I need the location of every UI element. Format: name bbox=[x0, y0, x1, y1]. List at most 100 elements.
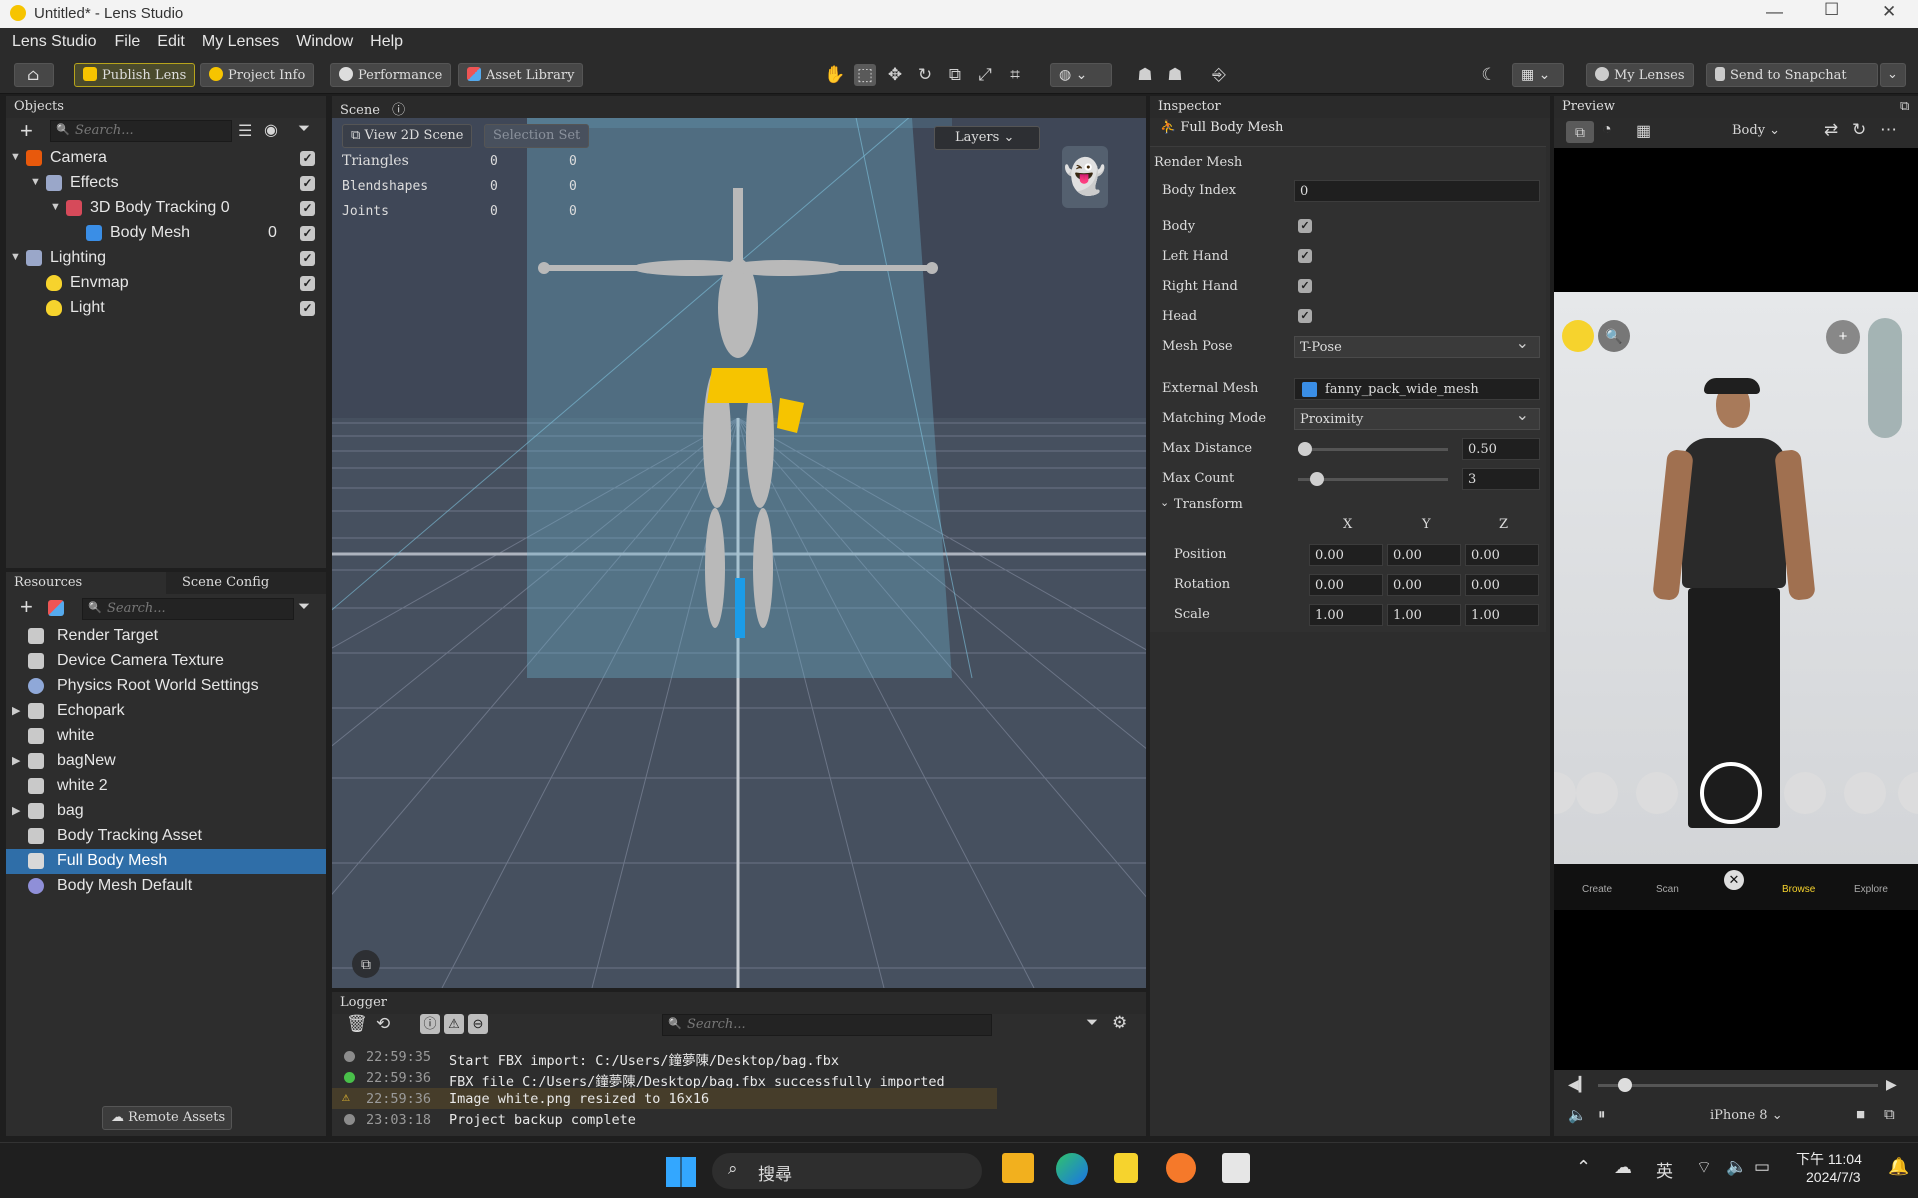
home-button[interactable]: ⌂ bbox=[14, 63, 54, 87]
enabled-checkbox[interactable]: ✓ bbox=[300, 276, 315, 291]
resource-item[interactable]: Body Mesh Default bbox=[6, 874, 326, 899]
objects-search-input[interactable]: Search... bbox=[50, 120, 232, 142]
selection-set-button[interactable]: Selection Set bbox=[484, 124, 590, 148]
tree-item-3d-body-tracking[interactable]: ▼ 3D Body Tracking 0 ✓ bbox=[6, 196, 326, 221]
tree-item-body-mesh[interactable]: Body Mesh 0 ✓ bbox=[6, 221, 326, 246]
filter-icon[interactable]: ⏷ bbox=[298, 598, 310, 615]
rotation-x-field[interactable]: 0.00 bbox=[1309, 574, 1383, 596]
resources-search-input[interactable]: Search... bbox=[82, 598, 294, 620]
mute-icon[interactable]: 🔈 bbox=[1568, 1106, 1587, 1124]
screenshot-icon[interactable]: ⧉ bbox=[1884, 1106, 1895, 1123]
scene-viewport[interactable]: Triangles 0 0 Blendshapes 0 0 Joints 0 0 bbox=[332, 118, 1146, 988]
resource-item-selected[interactable]: Full Body Mesh bbox=[6, 849, 326, 874]
battery-icon[interactable]: ▭ bbox=[1754, 1157, 1770, 1177]
menu-my-lenses[interactable]: My Lenses bbox=[202, 28, 279, 51]
enabled-checkbox[interactable]: ✓ bbox=[300, 251, 315, 266]
position-y-field[interactable]: 0.00 bbox=[1387, 544, 1461, 566]
rotate-tool-icon[interactable]: ↻ bbox=[914, 64, 936, 86]
more-icon[interactable]: ⋯ bbox=[1880, 120, 1897, 140]
warning-filter-icon[interactable]: ⚠ bbox=[444, 1014, 464, 1034]
edge-browser-icon[interactable] bbox=[1056, 1153, 1088, 1185]
tab-resources[interactable]: Resources bbox=[6, 572, 164, 594]
search-icon[interactable]: 🔍 bbox=[1598, 320, 1630, 352]
position-x-field[interactable]: 0.00 bbox=[1309, 544, 1383, 566]
settings-gear-icon[interactable]: ⚙ bbox=[1112, 1013, 1127, 1033]
capture-button[interactable] bbox=[1700, 762, 1762, 824]
reset-icon[interactable]: ↻ bbox=[1852, 120, 1866, 140]
resource-item[interactable]: Device Camera Texture bbox=[6, 649, 326, 674]
body-checkbox[interactable]: ✓ bbox=[1298, 219, 1312, 233]
resource-item[interactable]: Physics Root World Settings bbox=[6, 674, 326, 699]
swap-camera-icon[interactable]: ⇄ bbox=[1824, 120, 1838, 140]
enabled-checkbox[interactable]: ✓ bbox=[300, 201, 315, 216]
timeline-slider-handle[interactable] bbox=[1618, 1078, 1632, 1092]
detach-icon[interactable]: ⧉ bbox=[1900, 98, 1909, 114]
chevron-down-icon[interactable]: ▼ bbox=[10, 151, 21, 163]
hand-tool-icon[interactable]: ✋ bbox=[824, 64, 846, 86]
device-dropdown[interactable]: iPhone 8 ⌄ bbox=[1710, 1108, 1783, 1123]
chevron-down-icon[interactable]: ▼ bbox=[50, 201, 61, 213]
enabled-checkbox[interactable]: ✓ bbox=[300, 301, 315, 316]
resource-item[interactable]: Body Tracking Asset bbox=[6, 824, 326, 849]
position-z-field[interactable]: 0.00 bbox=[1465, 544, 1539, 566]
view-2d-scene-button[interactable]: ⧉ View 2D Scene bbox=[342, 124, 473, 148]
preview-cam-icon[interactable]: ☗ bbox=[1134, 64, 1156, 86]
max-distance-field[interactable]: 0.50 bbox=[1462, 438, 1540, 460]
maximize-icon[interactable]: ☐ bbox=[1824, 0, 1839, 20]
info-filter-icon[interactable]: ⓘ bbox=[420, 1014, 440, 1034]
logger-search-input[interactable]: Search... bbox=[662, 1014, 992, 1036]
enabled-checkbox[interactable]: ✓ bbox=[300, 176, 315, 191]
body-index-field[interactable]: 0 bbox=[1294, 180, 1540, 202]
publish-lens-button[interactable]: Publish Lens bbox=[74, 63, 196, 87]
resource-item[interactable]: ▶ bag bbox=[6, 799, 326, 824]
asset-library-button[interactable]: Asset Library bbox=[458, 63, 584, 87]
close-lens-icon[interactable]: ✕ bbox=[1724, 870, 1744, 890]
mesh-pose-dropdown[interactable]: T-Pose bbox=[1294, 333, 1540, 358]
tree-item-envmap[interactable]: Envmap ✓ bbox=[6, 271, 326, 296]
notification-icon[interactable]: 🔔 bbox=[1888, 1157, 1909, 1177]
tab-scene-config[interactable]: Scene Config bbox=[166, 572, 326, 594]
info-icon[interactable]: ⓘ bbox=[392, 103, 405, 118]
chevron-right-icon[interactable]: ▶ bbox=[12, 704, 20, 717]
resource-item[interactable]: Render Target bbox=[6, 624, 326, 649]
rotation-y-field[interactable]: 0.00 bbox=[1387, 574, 1461, 596]
cloud-icon[interactable]: ☁ bbox=[1614, 1157, 1632, 1178]
right-hand-checkbox[interactable]: ✓ bbox=[1298, 279, 1312, 293]
lens-studio-taskbar-icon[interactable] bbox=[1114, 1153, 1138, 1183]
enabled-checkbox[interactable]: ✓ bbox=[300, 151, 315, 166]
trash-icon[interactable]: 🗑 bbox=[346, 1014, 368, 1034]
nav-browse[interactable]: Browse bbox=[1782, 884, 1815, 895]
chevron-down-icon[interactable]: ▼ bbox=[30, 176, 41, 188]
my-lenses-button[interactable]: My Lenses bbox=[1586, 63, 1694, 87]
filter-icon[interactable]: ⏷ bbox=[1086, 1014, 1098, 1031]
list-view-icon[interactable]: ☰ bbox=[238, 121, 252, 141]
world-space-dropdown[interactable]: ◍ ⌄ bbox=[1050, 63, 1112, 87]
step-forward-icon[interactable]: ▶ bbox=[1886, 1076, 1897, 1093]
max-count-field[interactable]: 3 bbox=[1462, 468, 1540, 490]
video-icon[interactable]: ▦ bbox=[1636, 121, 1651, 141]
close-icon[interactable]: ✕ bbox=[1882, 2, 1896, 22]
chevron-right-icon[interactable]: ▶ bbox=[12, 754, 20, 767]
performance-button[interactable]: Performance bbox=[330, 63, 452, 87]
chevron-down-icon[interactable]: ⌄ bbox=[1160, 496, 1169, 509]
camera-feed-icon[interactable]: ◔ bbox=[1602, 121, 1612, 139]
file-explorer-icon[interactable] bbox=[1002, 1153, 1034, 1183]
resource-item[interactable]: ▶ bagNew bbox=[6, 749, 326, 774]
layout-dropdown[interactable]: ▦ ⌄ bbox=[1512, 63, 1564, 87]
transform-tool-icon[interactable]: ⌗ bbox=[1004, 64, 1026, 86]
send-options-dropdown[interactable]: ⌄ bbox=[1880, 63, 1906, 87]
add-friend-icon[interactable]: + bbox=[1826, 320, 1860, 354]
tree-item-lighting[interactable]: ▼ Lighting ✓ bbox=[6, 246, 326, 271]
rect-tool-icon[interactable]: ⤢ bbox=[974, 64, 996, 86]
rotation-z-field[interactable]: 0.00 bbox=[1465, 574, 1539, 596]
camera-tools-rail[interactable] bbox=[1868, 318, 1902, 438]
scale-y-field[interactable]: 1.00 bbox=[1387, 604, 1461, 626]
max-distance-slider-handle[interactable] bbox=[1298, 442, 1312, 456]
add-object-icon[interactable]: + bbox=[20, 118, 33, 144]
matching-mode-dropdown[interactable]: Proximity bbox=[1294, 405, 1540, 430]
resource-item[interactable]: white bbox=[6, 724, 326, 749]
external-mesh-field[interactable]: fanny_pack_wide_mesh bbox=[1294, 378, 1540, 400]
asset-library-icon[interactable] bbox=[48, 600, 64, 616]
scale-tool-icon[interactable]: ⧉ bbox=[944, 64, 966, 86]
ime-indicator[interactable]: 英 bbox=[1656, 1157, 1673, 1182]
